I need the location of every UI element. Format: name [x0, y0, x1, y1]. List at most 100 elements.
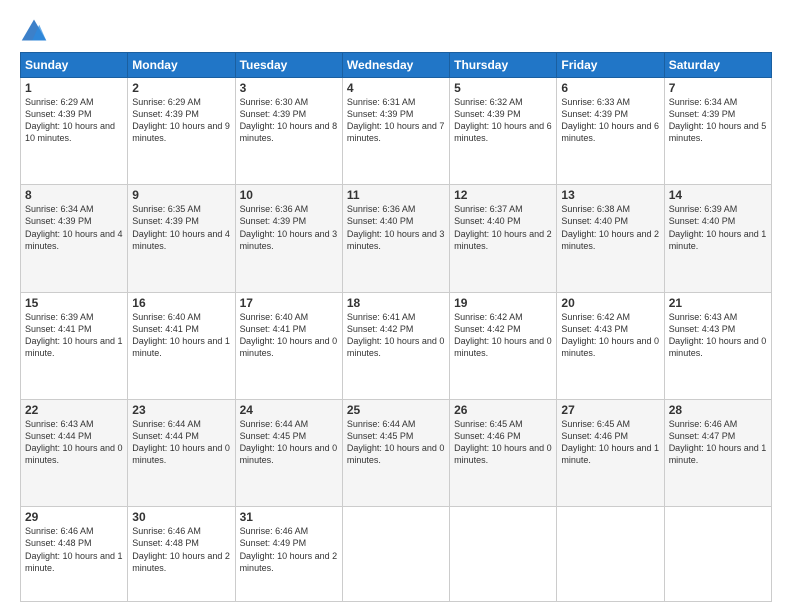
cell-text: Sunrise: 6:39 AMSunset: 4:40 PMDaylight:… — [669, 203, 767, 252]
calendar-cell: 23Sunrise: 6:44 AMSunset: 4:44 PMDayligh… — [128, 399, 235, 506]
cell-text: Sunrise: 6:40 AMSunset: 4:41 PMDaylight:… — [132, 311, 230, 360]
calendar-cell: 30Sunrise: 6:46 AMSunset: 4:48 PMDayligh… — [128, 507, 235, 602]
calendar-cell: 13Sunrise: 6:38 AMSunset: 4:40 PMDayligh… — [557, 185, 664, 292]
calendar-cell: 10Sunrise: 6:36 AMSunset: 4:39 PMDayligh… — [235, 185, 342, 292]
cell-text: Sunrise: 6:34 AMSunset: 4:39 PMDaylight:… — [669, 96, 767, 145]
day-number: 25 — [347, 403, 445, 417]
cell-text: Sunrise: 6:29 AMSunset: 4:39 PMDaylight:… — [25, 96, 123, 145]
calendar-cell: 19Sunrise: 6:42 AMSunset: 4:42 PMDayligh… — [450, 292, 557, 399]
calendar-cell: 1Sunrise: 6:29 AMSunset: 4:39 PMDaylight… — [21, 78, 128, 185]
day-number: 24 — [240, 403, 338, 417]
day-header: Saturday — [664, 53, 771, 78]
calendar-header-row: SundayMondayTuesdayWednesdayThursdayFrid… — [21, 53, 772, 78]
calendar-cell: 20Sunrise: 6:42 AMSunset: 4:43 PMDayligh… — [557, 292, 664, 399]
day-number: 12 — [454, 188, 552, 202]
cell-text: Sunrise: 6:35 AMSunset: 4:39 PMDaylight:… — [132, 203, 230, 252]
day-number: 5 — [454, 81, 552, 95]
calendar-cell: 5Sunrise: 6:32 AMSunset: 4:39 PMDaylight… — [450, 78, 557, 185]
day-number: 21 — [669, 296, 767, 310]
calendar-week-row: 29 Sunrise: 6:46 AMSunset: 4:48 PMDayligh… — [21, 507, 772, 602]
calendar-cell: 3Sunrise: 6:30 AMSunset: 4:39 PMDaylight… — [235, 78, 342, 185]
day-number: 23 — [132, 403, 230, 417]
logo-icon — [20, 16, 48, 44]
day-number: 3 — [240, 81, 338, 95]
cell-text: Sunrise: 6:43 AMSunset: 4:44 PMDaylight:… — [25, 418, 123, 467]
day-number: 9 — [132, 188, 230, 202]
day-number: 26 — [454, 403, 552, 417]
logo — [20, 16, 52, 44]
cell-text: Sunrise: 6:36 AMSunset: 4:40 PMDaylight:… — [347, 203, 445, 252]
day-number: 30 — [132, 510, 230, 524]
calendar-cell: 2Sunrise: 6:29 AMSunset: 4:39 PMDaylight… — [128, 78, 235, 185]
cell-text: Sunrise: 6:44 AMSunset: 4:45 PMDaylight:… — [240, 418, 338, 467]
day-number: 18 — [347, 296, 445, 310]
calendar-cell: 4Sunrise: 6:31 AMSunset: 4:39 PMDaylight… — [342, 78, 449, 185]
day-number: 27 — [561, 403, 659, 417]
day-header: Thursday — [450, 53, 557, 78]
calendar-cell: 14Sunrise: 6:39 AMSunset: 4:40 PMDayligh… — [664, 185, 771, 292]
calendar-cell: 31Sunrise: 6:46 AMSunset: 4:49 PMDayligh… — [235, 507, 342, 602]
cell-text: Sunrise: 6:46 AMSunset: 4:48 PMDaylight:… — [132, 525, 230, 574]
calendar-week-row: 8Sunrise: 6:34 AMSunset: 4:39 PMDaylight… — [21, 185, 772, 292]
day-number: 2 — [132, 81, 230, 95]
cell-text: Sunrise: 6:36 AMSunset: 4:39 PMDaylight:… — [240, 203, 338, 252]
calendar-cell: 6Sunrise: 6:33 AMSunset: 4:39 PMDaylight… — [557, 78, 664, 185]
day-header: Friday — [557, 53, 664, 78]
day-number: 19 — [454, 296, 552, 310]
cell-text: Sunrise: 6:40 AMSunset: 4:41 PMDaylight:… — [240, 311, 338, 360]
calendar-cell: 8Sunrise: 6:34 AMSunset: 4:39 PMDaylight… — [21, 185, 128, 292]
cell-text: Sunrise: 6:44 AMSunset: 4:44 PMDaylight:… — [132, 418, 230, 467]
cell-text: Sunrise: 6:31 AMSunset: 4:39 PMDaylight:… — [347, 96, 445, 145]
day-number: 31 — [240, 510, 338, 524]
day-header: Sunday — [21, 53, 128, 78]
cell-text: Sunrise: 6:39 AMSunset: 4:41 PMDaylight:… — [25, 311, 123, 360]
cell-text: Sunrise: 6:37 AMSunset: 4:40 PMDaylight:… — [454, 203, 552, 252]
calendar-cell — [450, 507, 557, 602]
day-number: 6 — [561, 81, 659, 95]
cell-text: Sunrise: 6:42 AMSunset: 4:43 PMDaylight:… — [561, 311, 659, 360]
day-number: 16 — [132, 296, 230, 310]
day-number: 15 — [25, 296, 123, 310]
cell-text: Sunrise: 6:33 AMSunset: 4:39 PMDaylight:… — [561, 96, 659, 145]
calendar-cell: 24Sunrise: 6:44 AMSunset: 4:45 PMDayligh… — [235, 399, 342, 506]
day-number: 28 — [669, 403, 767, 417]
calendar-cell: 18Sunrise: 6:41 AMSunset: 4:42 PMDayligh… — [342, 292, 449, 399]
calendar-cell: 17Sunrise: 6:40 AMSunset: 4:41 PMDayligh… — [235, 292, 342, 399]
day-number: 20 — [561, 296, 659, 310]
calendar-cell: 25Sunrise: 6:44 AMSunset: 4:45 PMDayligh… — [342, 399, 449, 506]
day-header: Wednesday — [342, 53, 449, 78]
day-number: 11 — [347, 188, 445, 202]
cell-text: Sunrise: 6:46 AMSunset: 4:49 PMDaylight:… — [240, 525, 338, 574]
cell-text: Sunrise: 6:34 AMSunset: 4:39 PMDaylight:… — [25, 203, 123, 252]
header — [20, 16, 772, 44]
day-number: 29 — [25, 510, 123, 524]
day-number: 4 — [347, 81, 445, 95]
calendar-cell — [557, 507, 664, 602]
cell-text: Sunrise: 6:41 AMSunset: 4:42 PMDaylight:… — [347, 311, 445, 360]
calendar-week-row: 15Sunrise: 6:39 AMSunset: 4:41 PMDayligh… — [21, 292, 772, 399]
calendar-week-row: 22Sunrise: 6:43 AMSunset: 4:44 PMDayligh… — [21, 399, 772, 506]
day-number: 7 — [669, 81, 767, 95]
calendar-cell: 11Sunrise: 6:36 AMSunset: 4:40 PMDayligh… — [342, 185, 449, 292]
calendar-cell: 22Sunrise: 6:43 AMSunset: 4:44 PMDayligh… — [21, 399, 128, 506]
day-number: 10 — [240, 188, 338, 202]
cell-text: Sunrise: 6:43 AMSunset: 4:43 PMDaylight:… — [669, 311, 767, 360]
calendar-cell: 27Sunrise: 6:45 AMSunset: 4:46 PMDayligh… — [557, 399, 664, 506]
cell-text: Sunrise: 6:44 AMSunset: 4:45 PMDaylight:… — [347, 418, 445, 467]
cell-text: Sunrise: 6:45 AMSunset: 4:46 PMDaylight:… — [454, 418, 552, 467]
day-header: Monday — [128, 53, 235, 78]
cell-text: Sunrise: 6:29 AMSunset: 4:39 PMDaylight:… — [132, 96, 230, 145]
calendar-cell: 26Sunrise: 6:45 AMSunset: 4:46 PMDayligh… — [450, 399, 557, 506]
cell-text: Sunrise: 6:30 AMSunset: 4:39 PMDaylight:… — [240, 96, 338, 145]
day-number: 8 — [25, 188, 123, 202]
cell-text: Sunrise: 6:46 AMSunset: 4:47 PMDaylight:… — [669, 418, 767, 467]
day-number: 14 — [669, 188, 767, 202]
day-number: 13 — [561, 188, 659, 202]
calendar-cell: 7Sunrise: 6:34 AMSunset: 4:39 PMDaylight… — [664, 78, 771, 185]
day-header: Tuesday — [235, 53, 342, 78]
day-number: 22 — [25, 403, 123, 417]
calendar-cell: 28Sunrise: 6:46 AMSunset: 4:47 PMDayligh… — [664, 399, 771, 506]
cell-text: Sunrise: 6:42 AMSunset: 4:42 PMDaylight:… — [454, 311, 552, 360]
cell-text: Sunrise: 6:38 AMSunset: 4:40 PMDaylight:… — [561, 203, 659, 252]
calendar-cell: 16Sunrise: 6:40 AMSunset: 4:41 PMDayligh… — [128, 292, 235, 399]
